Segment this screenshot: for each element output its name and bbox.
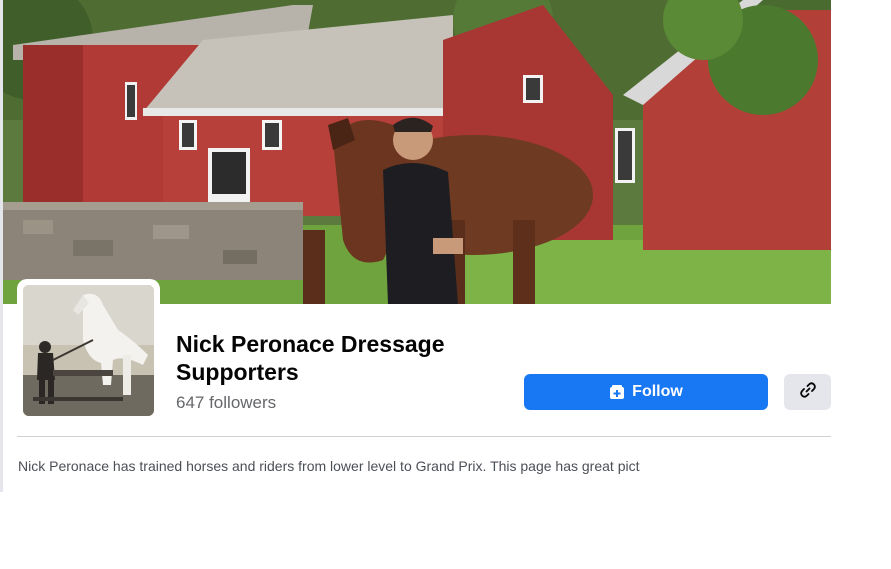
followers-count[interactable]: 647 followers: [176, 393, 276, 413]
cover-photo[interactable]: [3, 0, 831, 304]
copy-link-button[interactable]: [784, 374, 831, 410]
link-icon: [799, 381, 817, 404]
page-header: Nick Peronace Dressage Supporters 647 fo…: [0, 0, 891, 569]
profile-picture[interactable]: [17, 279, 160, 422]
page-description: Nick Peronace has trained horses and rid…: [18, 458, 640, 474]
follow-page-icon: [609, 384, 625, 400]
profile-photo: [23, 285, 154, 416]
page-title[interactable]: Nick Peronace Dressage Supporters: [176, 330, 506, 386]
divider: [17, 436, 831, 437]
follow-label: Follow: [632, 383, 683, 400]
follow-button[interactable]: Follow: [524, 374, 768, 410]
